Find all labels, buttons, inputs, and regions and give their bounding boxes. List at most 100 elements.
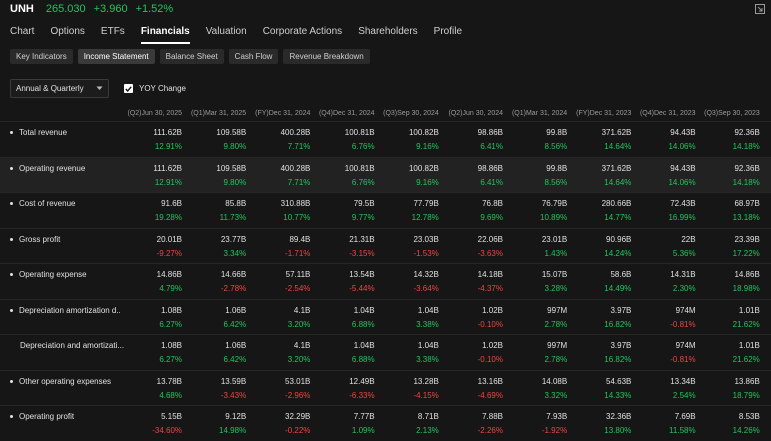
financials-sub-tabs: Key Indicators Income Statement Balance Sh… <box>10 49 370 64</box>
tab-profile[interactable]: Profile <box>434 22 462 44</box>
value-cell: 68.97B <box>734 199 760 208</box>
yoy-cell: 8.56% <box>544 177 568 187</box>
value-cell: 14.86B <box>156 270 182 279</box>
yoy-cell: 9.16% <box>416 142 439 151</box>
yoy-cell: -1.71% <box>285 248 311 258</box>
yoy-cell: 9.16% <box>416 177 439 187</box>
yoy-cell: 11.73% <box>219 213 247 222</box>
value-cell: 14.32B <box>413 270 439 279</box>
yoy-cell: 3.38% <box>416 319 439 329</box>
yoy-cell: 14.64% <box>604 177 632 187</box>
value-cell: 23.39B <box>734 234 760 244</box>
yoy-checkbox[interactable] <box>124 84 133 93</box>
table-row[interactable]: Operating revenue 111.62B 12.91% 109.58B 9.8… <box>0 157 771 193</box>
value-cell: 20.01B <box>156 234 182 244</box>
bullet-icon <box>10 379 13 383</box>
column-header: (Q3)Sep 30, 2023 <box>704 110 760 117</box>
tab-corporate-actions[interactable]: Corporate Actions <box>263 22 343 44</box>
expand-icon[interactable] <box>754 3 765 14</box>
value-cell: 54.63B <box>606 376 632 386</box>
bullet-icon <box>10 273 13 276</box>
bullet-icon <box>10 308 13 312</box>
row-label-text: Other operating expenses <box>19 376 112 386</box>
value-cell: 23.77B <box>220 234 247 244</box>
value-cell: 1.01B <box>738 305 760 315</box>
tab-shareholders[interactable]: Shareholders <box>358 22 417 44</box>
table-row[interactable]: Gross profit 20.01B -9.27% 23.77B 3.34% 89.4B… <box>0 229 771 264</box>
tab-chart[interactable]: Chart <box>10 22 34 44</box>
yoy-cell: 17.22% <box>732 248 760 258</box>
value-cell: 99.8B <box>546 128 568 137</box>
yoy-cell: 12.78% <box>411 213 439 222</box>
table-row[interactable]: Other operating expenses 13.78B 4.68% 13.59… <box>0 371 771 406</box>
yoy-cell: 13.80% <box>604 426 632 435</box>
yoy-cell: 21.62% <box>732 319 760 329</box>
value-cell: 111.62B <box>153 163 182 173</box>
value-cell: 100.81B <box>344 163 375 173</box>
value-cell: 4.1B <box>293 305 311 315</box>
table-row[interactable]: Operating expense 14.86B 4.79% 14.66B -2.78%… <box>0 264 771 300</box>
table-row[interactable]: Total revenue 111.62B 12.91% 109.58B 9.80% 40… <box>0 122 771 158</box>
tab-valuation[interactable]: Valuation <box>206 22 247 44</box>
yoy-cell: 10.77% <box>283 213 311 222</box>
value-cell: 1.02B <box>482 341 503 350</box>
subtab-balance-sheet[interactable]: Balance Sheet <box>159 49 224 64</box>
table-row[interactable]: Cost of revenue 91.6B 19.28% 85.8B 11.73% 310… <box>0 193 771 229</box>
yoy-cell: 8.56% <box>544 142 568 151</box>
tab-options[interactable]: Options <box>50 22 84 44</box>
value-cell: 53.01B <box>285 376 311 386</box>
subtab-revenue-breakdown[interactable]: Revenue Breakdown <box>283 49 370 64</box>
bullet-icon <box>10 202 13 205</box>
yoy-cell: 3.20% <box>287 355 311 364</box>
income-statement-table: (Q2)Jun 30, 2025 (Q1)Mar 31, 2025 (FY)Dec … <box>0 105 771 441</box>
column-header: (Q4)Dec 31, 2024 <box>318 110 375 117</box>
yoy-cell: 7.71% <box>287 177 311 187</box>
yoy-cell: -2.54% <box>285 284 311 293</box>
yoy-change-toggle[interactable]: YOY Change <box>124 84 186 93</box>
yoy-cell: 9.80% <box>223 142 247 151</box>
yoy-cell: 13.18% <box>732 213 760 222</box>
value-cell: 9.12B <box>225 412 247 421</box>
yoy-cell: -9.27% <box>156 248 182 258</box>
yoy-cell: 14.98% <box>219 426 247 435</box>
yoy-cell: 14.64% <box>604 142 632 151</box>
table-row[interactable]: Operating profit 5.15B -34.60% 9.12B 14.98% 3… <box>0 406 771 441</box>
yoy-cell: -0.22% <box>285 426 311 435</box>
table-row[interactable]: Depreciation amortization d... 1.08B 6.27%… <box>0 300 771 335</box>
price-change: +3.960 <box>93 3 128 15</box>
table-row[interactable]: Depreciation and amortizati... 1.08B 6.27%… <box>0 335 771 371</box>
yoy-cell: 14.24% <box>604 248 632 258</box>
row-label-text: Gross profit <box>19 234 61 244</box>
yoy-cell: 1.09% <box>351 426 375 435</box>
yoy-cell: 6.27% <box>159 355 182 364</box>
value-cell: 1.06B <box>225 341 247 350</box>
value-cell: 21.31B <box>349 234 375 244</box>
subtab-cash-flow[interactable]: Cash Flow <box>228 49 279 64</box>
yoy-cell: 21.62% <box>732 355 760 364</box>
yoy-cell: 6.42% <box>223 319 247 329</box>
value-cell: 3.97B <box>610 341 632 350</box>
bullet-icon <box>10 166 13 170</box>
period-select[interactable]: Annual & Quarterly <box>10 79 109 98</box>
value-cell: 310.88B <box>280 199 311 208</box>
yoy-cell: 16.82% <box>604 319 632 329</box>
tab-financials[interactable]: Financials <box>140 22 190 44</box>
yoy-cell: 9.69% <box>480 213 503 222</box>
value-cell: 1.04B <box>353 305 375 315</box>
row-label: Operating profit <box>10 412 120 421</box>
yoy-cell: -34.60% <box>152 426 182 435</box>
yoy-cell: -1.53% <box>413 248 439 258</box>
column-header: (Q1)Mar 31, 2025 <box>190 110 247 117</box>
value-cell: 14.18B <box>477 270 503 279</box>
value-cell: 79.5B <box>353 199 375 208</box>
value-cell: 13.34B <box>670 376 696 386</box>
yoy-cell: -0.10% <box>477 319 503 329</box>
value-cell: 72.43B <box>670 199 696 208</box>
subtab-key-indicators[interactable]: Key Indicators <box>10 49 73 64</box>
yoy-cell: 2.30% <box>672 284 696 293</box>
tab-etfs[interactable]: ETFs <box>101 22 125 44</box>
value-cell: 14.86B <box>734 270 760 279</box>
yoy-cell: 18.98% <box>732 284 760 293</box>
yoy-cell: -5.44% <box>349 284 375 293</box>
subtab-income-statement[interactable]: Income Statement <box>77 49 155 64</box>
